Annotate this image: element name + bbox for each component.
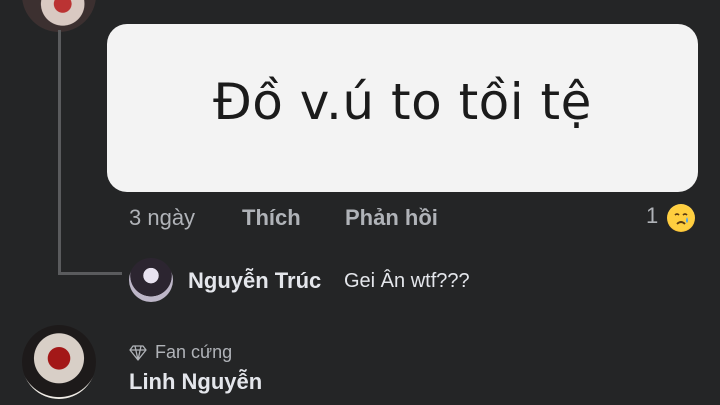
thread-line-horizontal	[58, 272, 122, 275]
comment-image[interactable]: Đồ v.ú to tồi tệ	[107, 24, 698, 192]
fan-badge: Fan cứng	[129, 342, 232, 363]
reaction-count[interactable]: 1	[646, 203, 658, 229]
thread-line-vertical	[58, 30, 61, 275]
top-commenter-avatar[interactable]	[22, 0, 96, 32]
next-commenter-avatar[interactable]	[22, 325, 96, 399]
next-comment-author[interactable]: Linh Nguyễn	[129, 369, 262, 395]
reply-author-avatar[interactable]	[129, 258, 173, 302]
crying-face-icon[interactable]	[667, 204, 695, 232]
reply-button[interactable]: Phản hồi	[345, 205, 438, 231]
diamond-icon	[129, 344, 147, 361]
comment-timestamp[interactable]: 3 ngày	[129, 205, 195, 231]
badge-label: Fan cứng	[155, 342, 233, 362]
like-button[interactable]: Thích	[242, 205, 301, 231]
comment-image-text: Đồ v.ú to tồi tệ	[213, 73, 592, 131]
reply-author-name[interactable]: Nguyễn Trúc	[188, 268, 321, 294]
reply-text: Gei Ân wtf???	[344, 270, 470, 292]
